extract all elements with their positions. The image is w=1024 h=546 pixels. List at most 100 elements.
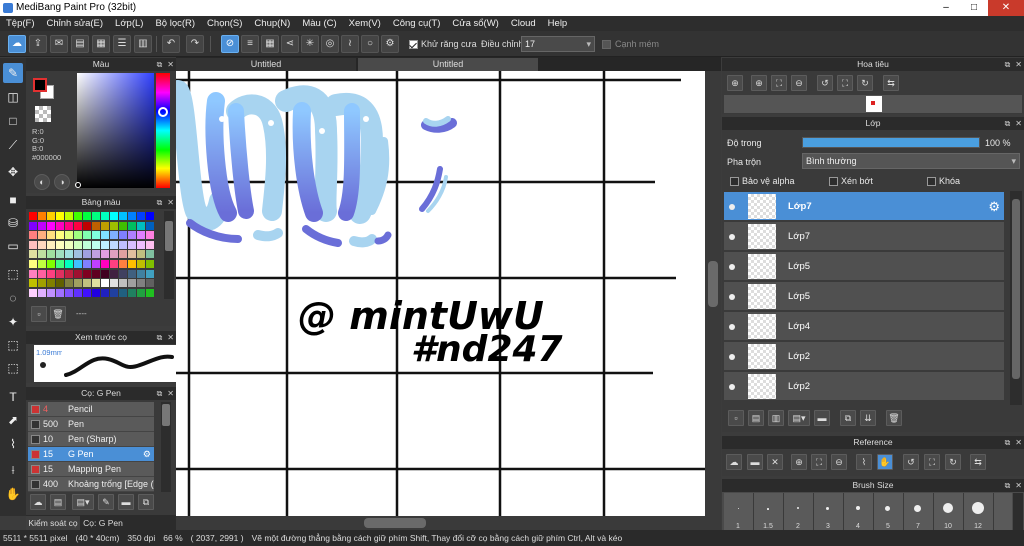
palette-swatch[interactable] [29,221,37,230]
palette-swatch[interactable] [92,250,100,259]
palette-swatch[interactable] [74,288,82,297]
palette-swatch[interactable] [92,240,100,249]
palette-swatch[interactable] [110,221,118,230]
ref-hand-icon[interactable]: ✋ [877,454,893,470]
palette-swatch[interactable] [74,279,82,288]
share-icon[interactable]: ⇪ [29,35,47,53]
curve-snap-icon[interactable]: ≀ [341,35,359,53]
palette-swatch[interactable] [47,212,55,220]
merge-layer-icon[interactable]: ⇊ [860,410,876,426]
parallel-snap-icon[interactable]: ≡ [241,35,259,53]
nav-zoom-out-icon[interactable]: ⊖ [791,75,807,91]
palette-swatch[interactable] [47,221,55,230]
comment-icon[interactable]: ✉ [50,35,68,53]
palette-swatch[interactable] [137,279,145,288]
palette-swatch[interactable] [101,250,109,259]
nav-rotate-left-icon[interactable]: ↺ [817,75,833,91]
text-tool-icon[interactable]: T [3,387,23,407]
ref-close-icon[interactable]: ✕ [767,454,783,470]
palette-swatch[interactable] [128,240,136,249]
dot-tool-icon[interactable]: □ [3,111,23,131]
grid-icon[interactable]: ▥ [134,35,152,53]
reference-close-icon[interactable]: ✕ [1015,436,1022,449]
new-folder-icon[interactable]: ▬ [814,410,830,426]
palette-swatch[interactable] [29,269,37,278]
ref-zoom-out-icon[interactable]: ⊖ [831,454,847,470]
palette-swatch[interactable] [56,231,64,240]
menu-edit[interactable]: Chỉnh sửa(E) [47,18,104,29]
palette-close-icon[interactable]: ✕ [167,196,174,209]
palette-swatch[interactable] [146,240,154,249]
ref-cloud-icon[interactable]: ☁ [726,454,742,470]
brush-size-close-icon[interactable]: ✕ [1015,479,1022,492]
palette-swatch[interactable] [65,240,73,249]
snap-off-icon[interactable]: ⊘ [221,35,239,53]
palette-swatch[interactable] [119,212,127,220]
nav-rotate-right-icon[interactable]: ↻ [857,75,873,91]
brush-size-dot[interactable] [885,506,890,511]
canvas-horizontal-scrollbar[interactable] [176,516,721,530]
brush-list-scrollbar[interactable] [161,402,171,492]
palette-swatch[interactable] [128,288,136,297]
palette-swatch[interactable] [101,231,109,240]
circle-snap-icon[interactable]: ◎ [321,35,339,53]
bucket-tool-icon[interactable]: ⛁ [3,213,23,233]
palette-swatch[interactable] [146,288,154,297]
palette-swatch[interactable] [83,279,91,288]
tab-brush-control[interactable]: Kiểm soát cọ [26,516,80,530]
maximize-button[interactable]: □ [960,0,988,16]
brush-size-dot[interactable] [972,502,984,514]
palette-swatch[interactable] [56,250,64,259]
palette-swatch[interactable] [74,260,82,268]
palette-swatch[interactable] [119,240,127,249]
close-button[interactable]: ✕ [988,0,1024,16]
palette-swatch[interactable] [128,250,136,259]
palette-swatch[interactable] [128,212,136,220]
layer-row[interactable]: Lớp2 [724,372,1004,401]
palette-swatch[interactable] [110,288,118,297]
palette-swatch[interactable] [83,288,91,297]
color-add-icon[interactable]: ◑ [54,174,70,190]
palette-swatch[interactable] [29,288,37,297]
palette-swatch[interactable] [47,231,55,240]
palette-swatch[interactable] [65,221,73,230]
delete-layer-icon[interactable]: 🗑 [886,410,902,426]
palette-swatch[interactable] [74,269,82,278]
brush-panel-float-icon[interactable]: ⧉ [157,387,163,400]
gradient-tool-icon[interactable]: ▭ [3,236,23,256]
layer-visibility-icon[interactable] [729,294,735,300]
palette-swatch[interactable] [146,269,154,278]
ref-fit-icon[interactable]: ⛶ [811,454,827,470]
color-panel-close-icon[interactable]: ✕ [167,58,174,71]
palette-swatch[interactable] [137,221,145,230]
brush-item-pencil[interactable]: 4 Pencil [28,402,154,417]
clipping-checkbox[interactable] [829,177,838,186]
tab-brush-g-pen[interactable]: Cọ: G Pen [80,516,126,530]
sv-handle[interactable] [75,182,81,188]
palette-swatch[interactable] [83,231,91,240]
palette-swatch[interactable] [38,250,46,259]
cross-snap-icon[interactable]: ▦ [261,35,279,53]
palette-swatch[interactable] [74,221,82,230]
palette-swatch[interactable] [92,260,100,268]
palette-swatch[interactable] [47,250,55,259]
palette-swatch[interactable] [110,269,118,278]
canvas-paper[interactable]: @ mintUwU #nd247 [176,71,705,516]
palette-swatch[interactable] [65,279,73,288]
layer-row[interactable]: Lớp7 [724,222,1004,251]
palette-swatch[interactable] [83,250,91,259]
redo-icon[interactable]: ↷ [186,35,204,53]
divide-tool-icon[interactable]: ⟊ [3,460,23,480]
layer-row[interactable]: Lớp2 [724,342,1004,371]
operation-tool-icon[interactable]: ⬈ [3,410,23,430]
brush-preview-close-icon[interactable]: ✕ [167,331,174,344]
brush-settings-icon[interactable]: ⚙ [143,447,151,461]
layer-visibility-icon[interactable] [729,204,735,210]
palette-swatch[interactable] [92,212,100,220]
new-8bit-layer-icon[interactable]: ▥ [768,410,784,426]
ref-eyedropper-icon[interactable]: ⌇ [856,454,872,470]
palette-swatch[interactable] [29,240,37,249]
palette-swatch[interactable] [56,212,64,220]
palette-swatch[interactable] [29,212,37,220]
reference-float-icon[interactable]: ⧉ [1005,436,1011,449]
